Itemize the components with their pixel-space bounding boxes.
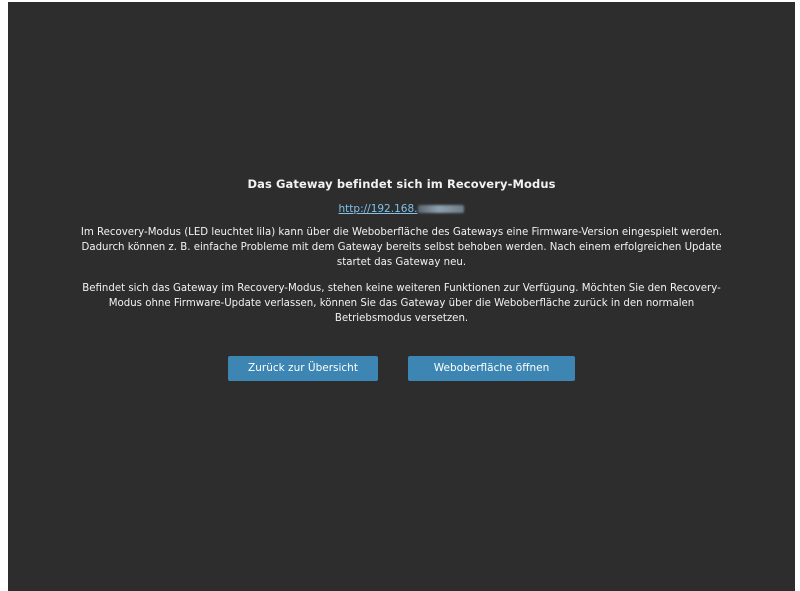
recovery-description: Im Recovery-Modus (LED leuchtet lila) ka… (80, 227, 723, 268)
open-web-interface-button[interactable]: Weboberfläche öffnen (408, 356, 575, 381)
recovery-dialog: Das Gateway befindet sich im Recovery-Mo… (8, 177, 795, 381)
recovery-screen: Das Gateway befindet sich im Recovery-Mo… (8, 2, 795, 591)
dialog-title: Das Gateway befindet sich im Recovery-Mo… (247, 177, 556, 191)
gateway-address-text: http://192.168. (338, 203, 418, 215)
gateway-address-link[interactable]: http://192.168. (339, 203, 465, 215)
gateway-link-row: http://192.168. (8, 203, 795, 215)
back-to-overview-button[interactable]: Zurück zur Übersicht (228, 356, 378, 381)
recovery-exit-info: Befindet sich das Gateway im Recovery-Mo… (82, 283, 721, 324)
redacted-address-mask (418, 205, 465, 213)
dialog-actions: Zurück zur Übersicht Weboberfläche öffne… (8, 356, 795, 381)
